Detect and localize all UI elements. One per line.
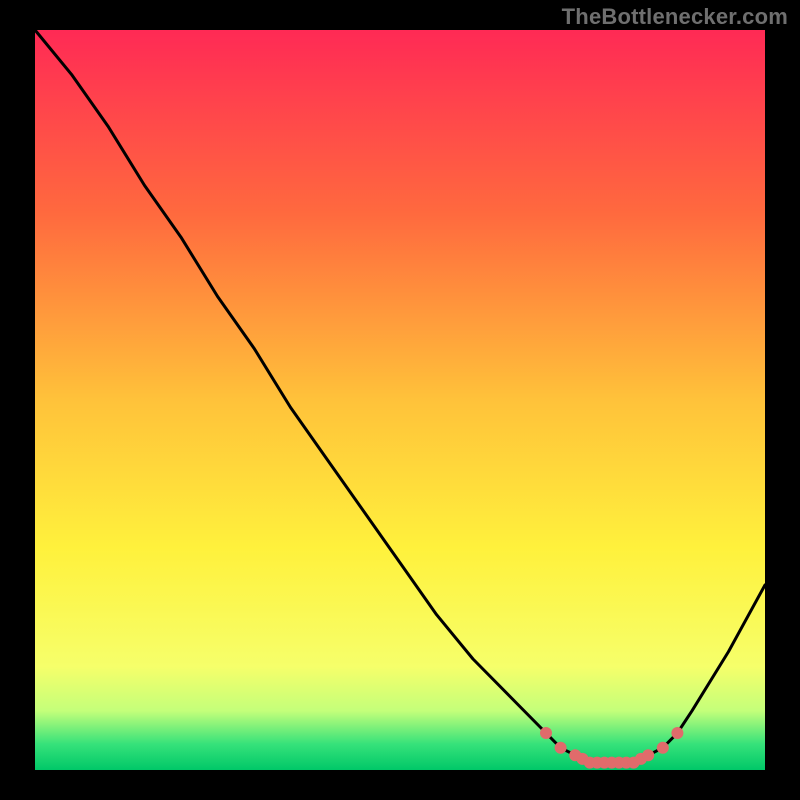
gradient-background — [35, 30, 765, 770]
marker-dot — [540, 727, 552, 739]
marker-dot — [657, 742, 669, 754]
bottleneck-chart — [0, 0, 800, 800]
marker-dot — [671, 727, 683, 739]
marker-dot — [642, 749, 654, 761]
marker-dot — [555, 742, 567, 754]
chart-frame: TheBottlenecker.com — [0, 0, 800, 800]
